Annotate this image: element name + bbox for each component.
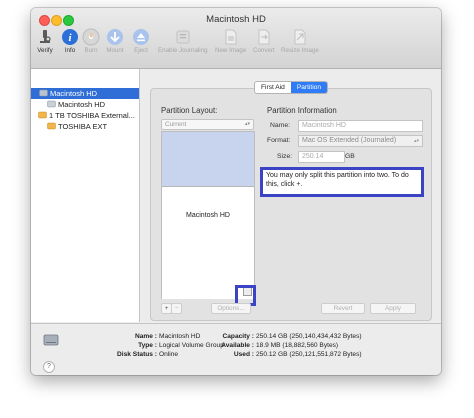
window-title: Macintosh HD — [206, 14, 266, 25]
disk-info-bar: Name : Macintosh HD Type : Logical Volum… — [31, 323, 441, 375]
convert-button[interactable]: Convert — [253, 28, 275, 54]
new-image-icon — [222, 28, 240, 46]
partition-segment-macintosh-hd[interactable] — [162, 186, 254, 299]
enable-journaling-button[interactable]: Enable Journaling — [158, 28, 208, 54]
resize-image-label: Resize Image — [281, 47, 319, 54]
name-label: Name: — [270, 122, 291, 129]
format-select[interactable]: Mac OS Extended (Journaled) ▴▾ — [298, 135, 423, 147]
partition-layout-label: Partition Layout: — [161, 106, 218, 115]
main-panel: First Aid Partition Partition Layout: Cu… — [140, 69, 441, 322]
enable-journaling-label: Enable Journaling — [158, 47, 208, 54]
revert-button[interactable]: Revert — [321, 303, 365, 314]
info-status-value: Online — [159, 351, 179, 358]
titlebar: Macintosh HD Verify i Info Burn Mount Ej… — [31, 8, 441, 69]
partition-layout-value: Current — [165, 121, 187, 128]
eject-icon — [132, 28, 150, 46]
sidebar-item-macintosh-hd-disk[interactable]: Macintosh HD — [31, 88, 139, 99]
size-label: Size: — [277, 153, 293, 160]
info-type-value: Logical Volume Group — [159, 342, 224, 349]
verify-label: Verify — [37, 47, 53, 54]
eject-button[interactable]: Eject — [132, 28, 150, 54]
tab-bar: First Aid Partition — [254, 81, 329, 94]
burn-button[interactable]: Burn — [82, 28, 100, 54]
partition-name-value: Macintosh HD — [302, 122, 346, 129]
volume-icon — [43, 332, 59, 348]
sidebar-item-macintosh-hd-volume[interactable]: Macintosh HD — [47, 99, 105, 110]
free-space-segment[interactable] — [162, 132, 254, 186]
format-value: Mac OS Extended (Journaled) — [302, 137, 397, 144]
size-unit: GB — [345, 153, 355, 160]
volume-icon — [47, 100, 56, 108]
burn-label: Burn — [84, 47, 98, 54]
disk-utility-window: Macintosh HD Verify i Info Burn Mount Ej… — [31, 8, 441, 375]
sidebar-item-label: TOSHIBA EXT — [58, 122, 108, 131]
info-capacity-value: 250.14 GB (250,140,434,432 Bytes) — [256, 333, 362, 340]
partition-panel: Partition Layout: Current ▴▾ Macintosh H… — [150, 88, 432, 321]
sidebar-item-label: 1 TB TOSHIBA External... — [49, 111, 135, 120]
apply-button[interactable]: Apply — [370, 303, 416, 314]
mount-icon — [106, 28, 124, 46]
size-value: 250.14 — [302, 153, 324, 160]
tab-first-aid[interactable]: First Aid — [255, 82, 291, 93]
split-partition-note: You may only split this partition into t… — [260, 167, 424, 197]
info-type-key: Type : — [138, 342, 157, 349]
sidebar-item-toshiba-ext[interactable]: TOSHIBA EXT — [47, 121, 107, 132]
journal-icon — [174, 28, 192, 46]
dropdown-arrow-icon: ▴▾ — [244, 121, 250, 127]
external-volume-icon — [47, 122, 56, 130]
partition-segment-label: Macintosh HD — [186, 212, 230, 219]
options-button[interactable]: Options... — [211, 303, 251, 314]
info-available-key: Available : — [221, 342, 254, 349]
info-available-value: 18.9 MB (18,882,560 Bytes) — [256, 342, 339, 349]
sidebar-item-toshiba-external[interactable]: 1 TB TOSHIBA External... — [38, 110, 135, 121]
new-image-label: New Image — [215, 47, 247, 54]
info-capacity-key: Capacity : — [222, 333, 254, 340]
sidebar-item-label: Macintosh HD — [58, 100, 106, 109]
tab-partition[interactable]: Partition — [290, 82, 328, 93]
mount-label: Mount — [106, 47, 124, 54]
convert-icon — [255, 28, 273, 46]
eject-label: Eject — [134, 47, 148, 54]
info-status-key: Disk Status : — [117, 351, 157, 358]
dropdown-arrow-icon: ▴▾ — [413, 138, 419, 144]
size-field[interactable]: 250.14 — [298, 151, 345, 163]
info-name-key: Name : — [135, 333, 157, 340]
resize-image-icon — [291, 28, 309, 46]
partition-name-field[interactable]: Macintosh HD — [298, 120, 423, 132]
info-label: Info — [64, 47, 76, 54]
partition-info-heading: Partition Information — [267, 106, 337, 115]
format-label: Format: — [267, 137, 291, 144]
internal-disk-icon — [39, 89, 48, 97]
info-button[interactable]: i Info — [61, 28, 79, 54]
convert-label: Convert — [253, 47, 275, 54]
mount-button[interactable]: Mount — [106, 28, 124, 54]
verify-button[interactable]: Verify — [36, 28, 54, 54]
info-used-key: Used : — [233, 351, 254, 358]
info-icon: i — [61, 28, 79, 46]
info-name-value: Macintosh HD — [159, 333, 201, 340]
partition-map: Macintosh HD — [161, 131, 255, 299]
sidebar-item-label: Macintosh HD — [50, 89, 98, 98]
new-image-button[interactable]: New Image — [215, 28, 246, 54]
partition-layout-select[interactable]: Current ▴▾ — [161, 119, 254, 130]
help-button[interactable]: ? — [43, 361, 55, 373]
microscope-icon — [36, 28, 54, 46]
info-used-value: 250.12 GB (250,121,551,872 Bytes) — [256, 351, 362, 358]
burn-disc-icon — [82, 28, 100, 46]
sidebar: Macintosh HD Macintosh HD 1 TB TOSHIBA E… — [31, 69, 140, 322]
resize-image-button[interactable]: Resize Image — [281, 28, 319, 54]
remove-partition-button[interactable]: − — [171, 303, 182, 314]
external-disk-icon — [38, 111, 47, 119]
